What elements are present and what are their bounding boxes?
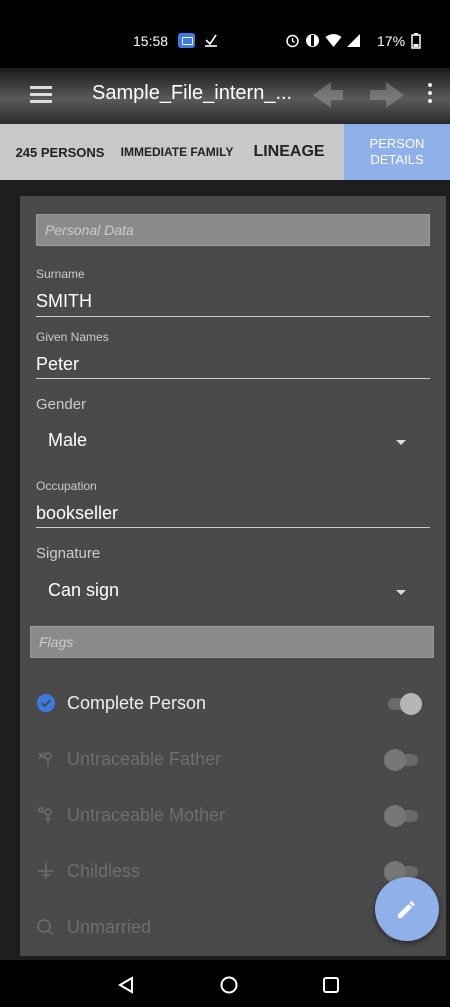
- edit-button[interactable]: [375, 877, 439, 941]
- file-title: Sample_File_intern_...: [92, 82, 293, 104]
- flag-untraceable-father: Untraceable Father: [20, 739, 446, 779]
- complete-person-toggle[interactable]: [384, 693, 422, 715]
- details-card: Personal Data Surname SMITH Given Names …: [20, 196, 446, 956]
- signature-value: Can sign: [48, 580, 120, 600]
- person-details-panel: Personal Data Surname SMITH Given Names …: [0, 180, 450, 960]
- childless-icon: [36, 861, 56, 881]
- back-triangle-icon[interactable]: [117, 976, 135, 999]
- wifi-icon: [325, 33, 342, 51]
- female-tree-icon: [36, 805, 56, 825]
- flag-childless: Childless: [20, 851, 446, 891]
- gender-select[interactable]: Male: [36, 422, 430, 458]
- signature-select[interactable]: Can sign: [36, 572, 430, 608]
- untraceable-mother-toggle[interactable]: [384, 805, 422, 827]
- dnd-icon: [305, 33, 320, 51]
- flag-label: Untraceable Father: [67, 749, 222, 769]
- chevron-down-icon: [396, 590, 406, 595]
- more-options-icon[interactable]: [428, 83, 432, 107]
- occupation-label: Occupation: [36, 479, 97, 493]
- signature-label: Signature: [36, 545, 101, 562]
- tab-immediate-family[interactable]: IMMEDIATE FAMILY: [120, 124, 234, 180]
- flag-label: Complete Person: [67, 693, 207, 713]
- flag-complete-person: Complete Person: [20, 683, 446, 723]
- flag-label: Unmarried: [67, 917, 152, 937]
- battery-percent: 17%: [377, 33, 406, 49]
- menu-icon[interactable]: [30, 86, 52, 103]
- tab-person-details[interactable]: PERSON DETAILS: [344, 124, 450, 180]
- tab-lineage[interactable]: LINEAGE: [234, 124, 344, 180]
- given-names-label: Given Names: [36, 330, 109, 344]
- male-tree-icon: [36, 749, 56, 769]
- back-arrow-icon[interactable]: [313, 82, 343, 108]
- flags-header: Flags: [30, 626, 434, 658]
- flag-label: Childless: [67, 861, 141, 881]
- app-toolbar: Sample_File_intern_...: [0, 68, 450, 124]
- message-badge-icon: [178, 33, 195, 48]
- untraceable-father-toggle[interactable]: [384, 749, 422, 771]
- chevron-down-icon: [396, 440, 406, 445]
- check-circle-icon: [36, 693, 56, 713]
- system-nav-bar: [0, 960, 450, 1007]
- flag-label: Untraceable Mother: [67, 805, 226, 825]
- given-names-field[interactable]: Peter: [36, 354, 79, 375]
- tab-bar: 245 PERSONS IMMEDIATE FAMILY LINEAGE PER…: [0, 124, 450, 180]
- recents-square-icon[interactable]: [322, 976, 340, 999]
- occupation-underline: [36, 527, 430, 528]
- occupation-field[interactable]: bookseller: [36, 503, 118, 524]
- surname-underline: [36, 316, 430, 317]
- download-check-icon: [204, 33, 218, 50]
- flag-untraceable-mother: Untraceable Mother: [20, 795, 446, 835]
- status-bar: 15:58 17%: [0, 0, 450, 68]
- signal-icon: [346, 33, 361, 51]
- edit-pencil-icon: [395, 897, 419, 926]
- personal-data-header: Personal Data: [36, 214, 430, 246]
- surname-label: Surname: [36, 267, 85, 281]
- alarm-icon: [285, 33, 300, 51]
- gender-label: Gender: [36, 396, 87, 413]
- home-circle-icon[interactable]: [220, 976, 238, 999]
- gender-value: Male: [48, 430, 88, 450]
- unmarried-icon: [36, 917, 56, 937]
- tab-persons[interactable]: 245 PERSONS: [0, 124, 120, 180]
- battery-icon: [411, 33, 421, 52]
- given-names-underline: [36, 378, 430, 379]
- status-time: 15:58: [133, 33, 169, 49]
- surname-field[interactable]: SMITH: [36, 291, 92, 312]
- forward-arrow-icon[interactable]: [370, 82, 404, 108]
